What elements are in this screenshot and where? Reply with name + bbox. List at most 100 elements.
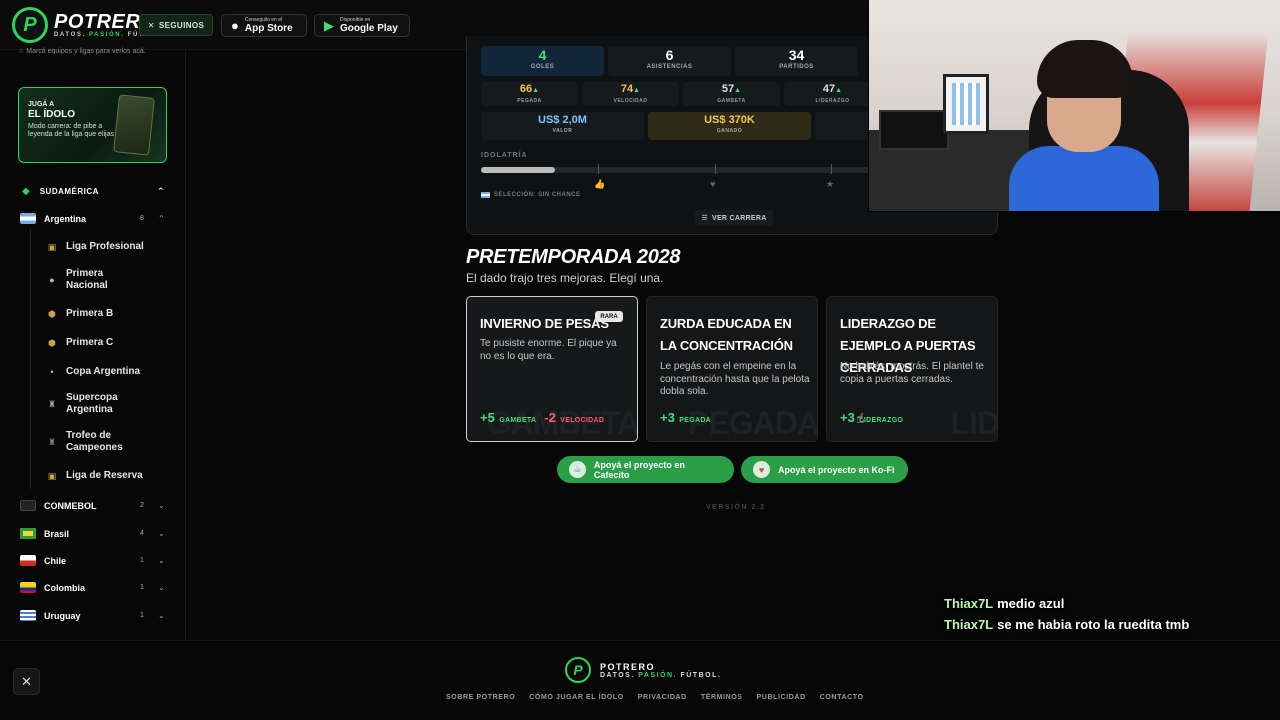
kofi-button[interactable]: ♥ Apoyá el proyecto en Ko-Fi [741, 456, 908, 483]
idolatria-progress-bar [481, 167, 871, 173]
career-money: US$ 2,0M VALOR US$ 370K GANADO [481, 112, 875, 140]
footer-logo[interactable]: P POTRERO DATOS. PASIÓN. FÚTBOL. [565, 657, 721, 683]
chat-message: Thiax7L medio azul [944, 596, 1065, 611]
chevron-down-icon: ⌄ [158, 583, 165, 592]
x-social-button[interactable]: ✕ [13, 668, 40, 695]
ver-carrera-button[interactable]: ☰ VER CARRERA [695, 210, 773, 226]
kofi-icon: ♥ [753, 461, 770, 478]
x-icon: ✕ [147, 20, 155, 30]
brasil-flag-icon [20, 528, 36, 539]
chevron-down-icon: ⌄ [158, 556, 165, 565]
choice-card-invierno-de-pesas[interactable]: Invierno de pesas RARA Te pusiste enorme… [466, 296, 638, 442]
favorites-hint: ☆ Marcá equipos y ligas para verlos acá. [18, 48, 146, 55]
sidebar-item-brasil[interactable]: Brasil 4 ⌄ [20, 528, 180, 539]
webcam-overlay [868, 0, 1280, 212]
career-attributes: 66▲ PEGADA 74▲ VELOCIDAD 57▲ GAMBETA 47▲… [481, 82, 881, 106]
colombia-flag-icon [20, 582, 36, 593]
sidebar-item-colombia[interactable]: Colombia 1 ⌄ [20, 582, 180, 593]
potrero-logo-icon: P [565, 657, 591, 683]
choice-card-zurda-educada[interactable]: Zurda educada en la concentración Le peg… [646, 296, 818, 442]
thumb-up-icon: 👍 [594, 179, 606, 189]
attr-velocidad: 74▲ VELOCIDAD [582, 82, 679, 106]
footer-links: SOBRE POTRERO CÓMO JUGAR EL ÍDOLO PRIVAC… [446, 694, 864, 701]
liga-reserva-icon: ▣ [47, 470, 57, 481]
stat-asistencias: 6 ASISTENCIAS [608, 46, 731, 76]
rarity-badge: RARA [595, 311, 623, 322]
play-store-icon: ▶ [324, 17, 334, 33]
framed-jersey [943, 74, 989, 134]
google-play-button[interactable]: ▶ Disponible en Google Play [314, 14, 410, 37]
footer-link-contacto[interactable]: CONTACTO [820, 694, 864, 701]
sidebar-item-uruguay[interactable]: Uruguay 1 ⌄ [20, 610, 180, 621]
sidebar-item-supercopa-argentina[interactable]: ♜ Supercopa Argentina [46, 392, 176, 416]
sidebar-item-primera-nacional[interactable]: ● Primera Nacional [46, 268, 176, 292]
el-idolo-promo[interactable]: JUGÁ A EL ÍDOLO Modo carrera: de pibe a … [18, 87, 167, 163]
sidebar-item-conmebol[interactable]: CONMEBOL 2 ⌄ [20, 500, 180, 511]
choice-effects: +3 PEGADA [660, 410, 712, 425]
sidebar-item-primera-b[interactable]: ⬢ Primera B [46, 308, 176, 320]
chevron-down-icon: ⌄ [158, 529, 165, 538]
trophy-icon: ♜ [47, 398, 57, 409]
sidebar-item-chile[interactable]: Chile 1 ⌄ [20, 555, 180, 566]
app-store-button[interactable]: ● Conseguilo en el App Store [221, 14, 307, 37]
footer-link-como-jugar[interactable]: CÓMO JUGAR EL ÍDOLO [529, 694, 624, 701]
uruguay-flag-icon [20, 610, 36, 621]
argentina-flag-icon [20, 213, 36, 224]
chile-flag-icon [20, 555, 36, 566]
pretemporada-subtitle: El dado trajo tres mejoras. Elegí una. [466, 271, 664, 285]
choice-card-liderazgo-de-ejemplo[interactable]: Liderazgo de ejemplo a puertas cerradas … [826, 296, 998, 442]
primera-c-icon: ⬢ [48, 337, 56, 348]
list-icon: ☰ [701, 215, 708, 222]
follow-x-button[interactable]: ✕ SEGUINOS [139, 14, 213, 36]
continent-icon: ◆ [22, 186, 30, 197]
sidebar-item-primera-c[interactable]: ⬢ Primera C [46, 337, 176, 349]
idolatria-progress-fill [481, 167, 556, 173]
star-icon: ★ [826, 179, 835, 189]
apple-icon: ● [231, 18, 239, 33]
stat-partidos: 34 PARTIDOS [735, 46, 858, 76]
footer-link-privacidad[interactable]: PRIVACIDAD [638, 694, 687, 701]
cafecito-icon: ☕ [569, 461, 586, 478]
idolatria-label: IDOLATRÍA [481, 152, 528, 159]
section-sudamerica[interactable]: ◆ SUDAMÉRICA ⌃ [22, 186, 172, 197]
choice-effects: +3 LIDERAZGO [840, 410, 904, 425]
argentina-flag-icon [481, 192, 490, 198]
chevron-down-icon: ⌄ [158, 501, 165, 510]
chevron-down-icon: ⌄ [158, 611, 165, 620]
liga-profesional-icon: ▣ [47, 241, 57, 252]
sidebar-item-liga-de-reserva[interactable]: ▣ Liga de Reserva [46, 470, 176, 482]
x-icon: ✕ [21, 673, 32, 689]
copa-argentina-icon: • [50, 367, 54, 377]
attr-gambeta: 57▲ GAMBETA [683, 82, 780, 106]
choice-effects: +5 GAMBETA -2 VELOCIDAD [480, 410, 605, 425]
seleccion-status: SELECCIÓN: SIN CHANCE [481, 192, 581, 198]
stat-goles: 4 GOLES [481, 46, 604, 76]
money-ganado: US$ 370K GANADO [648, 112, 811, 140]
trophy-icon: ♜ [47, 436, 57, 447]
arrow-up-icon: ▲ [835, 87, 843, 94]
sidebar-item-argentina[interactable]: Argentina 8 ⌃ [20, 213, 180, 224]
conmebol-icon [20, 500, 36, 511]
primera-b-icon: ⬢ [48, 308, 56, 319]
footer-link-terminos[interactable]: TÉRMINOS [701, 694, 743, 701]
chevron-up-icon: ⌃ [158, 214, 165, 223]
player-card-image [113, 94, 155, 156]
cafecito-button[interactable]: ☕ Apoyá el proyecto en Cafecito [557, 456, 734, 483]
chevron-up-icon: ⌃ [157, 186, 165, 196]
arrow-up-icon: ▲ [532, 87, 540, 94]
sidebar-item-liga-profesional[interactable]: ▣ Liga Profesional [46, 241, 176, 253]
money-valor: US$ 2,0M VALOR [481, 112, 644, 140]
potrero-logo-icon: P [12, 7, 48, 43]
hand-cursor-icon: ☝ [856, 410, 865, 426]
attr-liderazgo: 47▲ LIDERAZGO [784, 82, 881, 106]
version-label: VERSIÓN 2.2 [706, 504, 766, 511]
footer-link-publicidad[interactable]: PUBLICIDAD [757, 694, 806, 701]
career-stats: 4 GOLES 6 ASISTENCIAS 34 PARTIDOS [481, 46, 858, 76]
pretemporada-title: PRETEMPORADA 2028 [466, 246, 681, 268]
sidebar-item-copa-argentina[interactable]: • Copa Argentina [46, 366, 176, 378]
sidebar-item-trofeo-de-campeones[interactable]: ♜ Trofeo de Campeones [46, 430, 176, 454]
footer-link-sobre[interactable]: SOBRE POTRERO [446, 694, 515, 701]
arrow-up-icon: ▲ [734, 87, 742, 94]
arrow-up-icon: ▲ [633, 87, 641, 94]
chat-message: Thiax7L se me habia roto la ruedita tmb [944, 617, 1190, 632]
